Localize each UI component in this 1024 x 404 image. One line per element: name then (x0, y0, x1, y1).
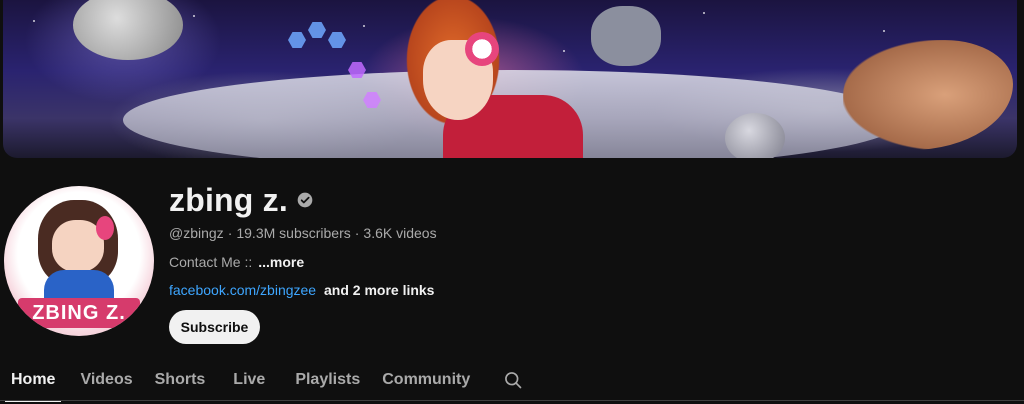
channel-title-row: zbing z. (169, 180, 313, 220)
banner-fluffy-tail (843, 40, 1013, 150)
tab-live[interactable]: Live (222, 362, 276, 398)
banner-hex (308, 22, 326, 38)
description-more-button[interactable]: ...more (258, 254, 304, 270)
channel-banner (3, 0, 1017, 158)
banner-star (193, 15, 195, 17)
tab-shorts[interactable]: Shorts (144, 362, 217, 398)
tab-community[interactable]: Community (371, 362, 481, 398)
channel-handle: @zbingz (169, 225, 224, 241)
tabs-divider (0, 400, 1024, 401)
banner-star (563, 50, 565, 52)
avatar-headphone (96, 216, 114, 240)
channel-meta: @zbingz · 19.3M subscribers · 3.6K video… (169, 225, 437, 241)
tab-videos[interactable]: Videos (69, 362, 143, 398)
banner-cat (591, 6, 661, 66)
search-icon[interactable] (503, 370, 523, 390)
channel-links: facebook.com/zbingzee and 2 more links (169, 282, 434, 298)
subscribe-button[interactable]: Subscribe (169, 310, 260, 344)
banner-hex (288, 32, 306, 48)
description-text: Contact Me :: (169, 254, 253, 270)
channel-description[interactable]: Contact Me :: ...more (169, 254, 304, 270)
banner-hex (328, 32, 346, 48)
channel-name: zbing z. (169, 181, 288, 218)
facebook-link[interactable]: facebook.com/zbingzee (169, 282, 316, 298)
video-count: 3.6K videos (363, 225, 437, 241)
banner-planet (73, 0, 183, 60)
more-links-button[interactable]: and 2 more links (324, 282, 434, 298)
banner-headphone (465, 32, 499, 66)
tab-playlists[interactable]: Playlists (284, 362, 371, 398)
meta-separator: · (227, 225, 233, 241)
banner-star (883, 30, 885, 32)
banner-star (33, 20, 35, 22)
channel-tabs: Home Videos Shorts Live Playlists Commun… (0, 360, 523, 402)
meta-separator: · (354, 225, 360, 241)
banner-star (363, 25, 365, 27)
verified-check-icon (297, 192, 313, 208)
banner-star (703, 12, 705, 14)
banner-helmet (725, 113, 785, 158)
subscriber-count: 19.3M subscribers (236, 225, 351, 241)
tab-home[interactable]: Home (0, 362, 66, 402)
avatar-logo-text: ZBING Z. (18, 298, 140, 328)
channel-avatar[interactable]: ZBING Z. (4, 186, 154, 336)
